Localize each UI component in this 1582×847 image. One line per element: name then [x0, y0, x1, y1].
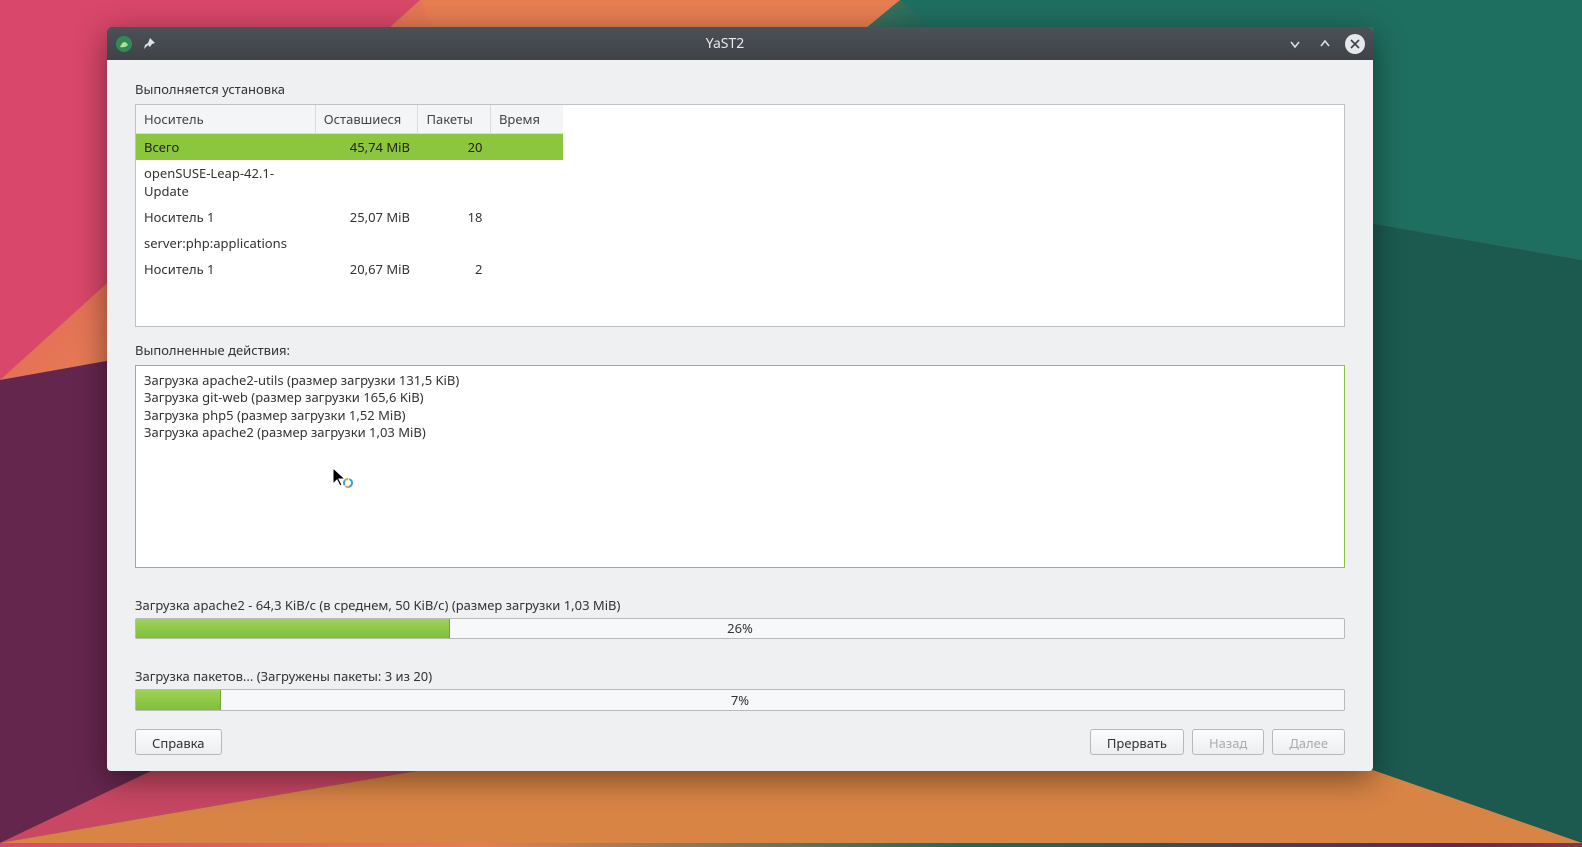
yast-app-icon: [115, 35, 133, 53]
abort-button[interactable]: Прервать: [1090, 729, 1184, 755]
maximize-icon[interactable]: [1315, 34, 1335, 54]
close-icon[interactable]: [1345, 34, 1365, 54]
media-header-row: Носитель Оставшиеся Пакеты Время: [136, 105, 563, 134]
installing-label: Выполняется установка: [135, 80, 1345, 98]
help-button[interactable]: Справка: [135, 729, 222, 755]
list-item: Загрузка git-web (размер загрузки 165,6 …: [144, 389, 1336, 407]
progress1-bar: 26%: [135, 618, 1345, 640]
table-row[interactable]: Носитель 125,07 MiB18: [136, 204, 563, 230]
yast-window: YaST2 Выполняется установка Носитель Ост…: [107, 27, 1373, 771]
table-row[interactable]: Всего45,74 MiB20: [136, 134, 563, 161]
progress2-bar: 7%: [135, 689, 1345, 711]
list-item: Загрузка apache2-utils (размер загрузки …: [144, 372, 1336, 390]
table-row[interactable]: server:php:applications: [136, 230, 563, 256]
progress2-percent: 7%: [136, 690, 1344, 710]
list-item: Загрузка php5 (размер загрузки 1,52 MiB): [144, 407, 1336, 425]
table-row[interactable]: Носитель 120,67 MiB2: [136, 256, 563, 282]
next-button[interactable]: Далее: [1272, 729, 1345, 755]
window-title: YaST2: [165, 34, 1285, 53]
col-remaining[interactable]: Оставшиеся: [315, 105, 418, 134]
back-button[interactable]: Назад: [1192, 729, 1264, 755]
table-row[interactable]: openSUSE-Leap-42.1-Update: [136, 160, 563, 204]
media-table: Носитель Оставшиеся Пакеты Время Всего45…: [135, 104, 1345, 327]
progress2-label: Загрузка пакетов... (Загружены пакеты: 3…: [135, 667, 1345, 685]
col-media[interactable]: Носитель: [136, 105, 315, 134]
titlebar[interactable]: YaST2: [107, 27, 1373, 60]
col-time[interactable]: Время: [490, 105, 563, 134]
minimize-icon[interactable]: [1285, 34, 1305, 54]
actions-label: Выполненные действия:: [135, 341, 1345, 359]
col-packages[interactable]: Пакеты: [418, 105, 491, 134]
pin-icon[interactable]: [141, 36, 157, 52]
progress1-label: Загрузка apache2 - 64,3 KiB/с (в среднем…: [135, 596, 1345, 614]
progress1-percent: 26%: [136, 619, 1344, 639]
actions-log[interactable]: Загрузка apache2-utils (размер загрузки …: [135, 365, 1345, 568]
list-item: Загрузка apache2 (размер загрузки 1,03 M…: [144, 424, 1336, 442]
